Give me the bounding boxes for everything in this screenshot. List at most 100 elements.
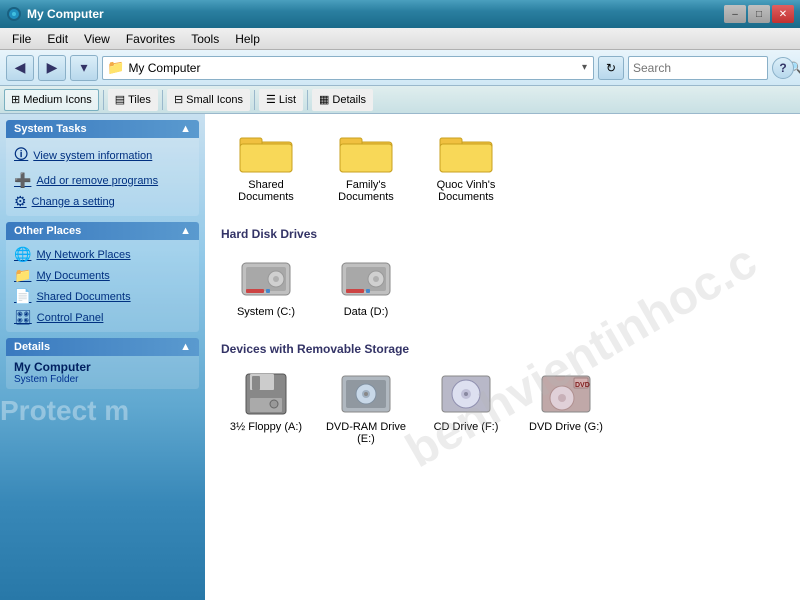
removable-header: Devices with Removable Storage: [221, 342, 784, 356]
menu-file[interactable]: File: [4, 30, 39, 48]
system-tasks-header[interactable]: System Tasks ▲: [6, 120, 199, 138]
main-area: System Tasks ▲ 🛈 View system information…: [0, 114, 800, 600]
shared-documents-icon: 📄: [14, 288, 31, 305]
removable-icon: [338, 370, 394, 418]
content-area[interactable]: benhvientinhoc.c Shared Documents Family…: [205, 114, 800, 600]
removable-icon: [438, 370, 494, 418]
system-tasks-section: System Tasks ▲ 🛈 View system information…: [6, 120, 199, 216]
view-list[interactable]: ☰ List: [259, 89, 303, 111]
hdd-icon: [338, 255, 394, 303]
removable-item[interactable]: 3½ Floppy (A:): [221, 366, 311, 449]
titlebar-icon: [6, 6, 22, 22]
view-separator-3: [254, 90, 255, 110]
folder-label: Family's Documents: [325, 179, 407, 203]
address-bar[interactable]: 📁 My Computer ▾: [102, 56, 594, 80]
folder-item[interactable]: Shared Documents: [221, 124, 311, 207]
view-toolbar: ⊞ Medium Icons ▤ Tiles ⊟ Small Icons ☰ L…: [0, 86, 800, 114]
view-system-label: View system information: [33, 150, 152, 162]
details-header[interactable]: Details ▲: [6, 338, 199, 356]
folders-grid: Shared Documents Family's Documents Quoc…: [221, 124, 784, 207]
close-button[interactable]: ✕: [772, 5, 794, 23]
menu-favorites[interactable]: Favorites: [118, 30, 183, 48]
folder-item[interactable]: Quoc Vinh's Documents: [421, 124, 511, 207]
other-places-body: 🌐 My Network Places 📁 My Documents 📄 Sha…: [6, 240, 199, 332]
menu-edit[interactable]: Edit: [39, 30, 76, 48]
menu-bar: File Edit View Favorites Tools Help: [0, 28, 800, 50]
view-medium-icons[interactable]: ⊞ Medium Icons: [4, 89, 99, 111]
address-dropdown-arrow[interactable]: ▾: [580, 60, 589, 75]
window-controls[interactable]: – □ ✕: [724, 5, 794, 23]
hdd-icon: [238, 255, 294, 303]
search-box[interactable]: 🔍: [628, 56, 768, 80]
details-section: Details ▲ My Computer System Folder: [6, 338, 199, 389]
view-details[interactable]: ▦ Details: [312, 89, 373, 111]
sidebar-link-my-documents[interactable]: 📁 My Documents: [10, 265, 195, 286]
other-places-section: Other Places ▲ 🌐 My Network Places 📁 My …: [6, 222, 199, 332]
tiles-label: Tiles: [128, 94, 151, 106]
my-documents-icon: 📁: [14, 267, 31, 284]
dropdown-button[interactable]: ▾: [70, 55, 98, 81]
hard-disk-item[interactable]: System (C:): [221, 251, 311, 322]
change-setting-label: Change a setting: [32, 196, 115, 208]
removable-icon: DVD: [538, 370, 594, 418]
removable-label: DVD-RAM Drive (E:): [325, 421, 407, 445]
menu-help[interactable]: Help: [227, 30, 268, 48]
removable-item[interactable]: CD Drive (F:): [421, 366, 511, 449]
forward-button[interactable]: ▶: [38, 55, 66, 81]
shared-documents-label: Shared Documents: [36, 291, 130, 303]
view-small-icons[interactable]: ⊟ Small Icons: [167, 89, 250, 111]
other-places-header[interactable]: Other Places ▲: [6, 222, 199, 240]
removable-label: 3½ Floppy (A:): [230, 421, 302, 433]
add-remove-label: Add or remove programs: [36, 175, 158, 187]
sidebar-link-view-system[interactable]: 🛈 View system information: [10, 142, 195, 170]
sidebar-link-change-setting[interactable]: ⚙ Change a setting: [10, 191, 195, 212]
folder-icon: [438, 128, 494, 176]
sidebar-link-add-remove[interactable]: ➕ Add or remove programs: [10, 170, 195, 191]
help-button[interactable]: ?: [772, 57, 794, 79]
removable-grid: 3½ Floppy (A:) DVD-RAM Drive (E:) CD Dri…: [221, 366, 784, 449]
maximize-button[interactable]: □: [748, 5, 770, 23]
search-input[interactable]: [633, 61, 788, 75]
sidebar: System Tasks ▲ 🛈 View system information…: [0, 114, 205, 600]
view-tiles[interactable]: ▤ Tiles: [108, 89, 158, 111]
back-button[interactable]: ◀: [6, 55, 34, 81]
network-label: My Network Places: [36, 249, 130, 261]
system-tasks-body: 🛈 View system information ➕ Add or remov…: [6, 138, 199, 216]
removable-label: DVD Drive (G:): [529, 421, 603, 433]
hard-disks-grid: System (C:) Data (D:): [221, 251, 784, 322]
toolbar: ◀ ▶ ▾ 📁 My Computer ▾ ↻ 🔍 ?: [0, 50, 800, 86]
details-body: My Computer System Folder: [6, 356, 199, 389]
removable-label: CD Drive (F:): [434, 421, 499, 433]
hdd-label: Data (D:): [344, 306, 389, 318]
refresh-button[interactable]: ↻: [598, 56, 624, 80]
details-icon: ▦: [319, 93, 329, 106]
folder-item[interactable]: Family's Documents: [321, 124, 411, 207]
tiles-icon: ▤: [115, 93, 125, 106]
view-system-icon: 🛈: [14, 144, 28, 168]
control-panel-icon: 🎛: [14, 309, 32, 326]
protect-text: Protect m: [0, 395, 205, 427]
folder-icon: [238, 128, 294, 176]
window-title: My Computer: [27, 7, 724, 21]
system-tasks-collapse-icon: ▲: [180, 123, 191, 135]
removable-item[interactable]: DVD DVD Drive (G:): [521, 366, 611, 449]
sidebar-link-shared-documents[interactable]: 📄 Shared Documents: [10, 286, 195, 307]
hard-disk-header: Hard Disk Drives: [221, 227, 784, 241]
menu-tools[interactable]: Tools: [183, 30, 227, 48]
removable-icon: [238, 370, 294, 418]
control-panel-label: Control Panel: [37, 312, 104, 324]
sidebar-link-control-panel[interactable]: 🎛 Control Panel: [10, 307, 195, 328]
view-separator-4: [307, 90, 308, 110]
menu-view[interactable]: View: [76, 30, 118, 48]
address-folder-icon: 📁: [107, 59, 124, 76]
details-label: Details: [332, 94, 366, 106]
details-collapse-icon: ▲: [180, 341, 191, 353]
list-label: List: [279, 94, 296, 106]
hdd-label: System (C:): [237, 306, 295, 318]
details-item-subtitle: System Folder: [14, 374, 191, 385]
minimize-button[interactable]: –: [724, 5, 746, 23]
hard-disk-item[interactable]: Data (D:): [321, 251, 411, 322]
sidebar-link-network[interactable]: 🌐 My Network Places: [10, 244, 195, 265]
details-item-title: My Computer: [14, 360, 191, 374]
removable-item[interactable]: DVD-RAM Drive (E:): [321, 366, 411, 449]
